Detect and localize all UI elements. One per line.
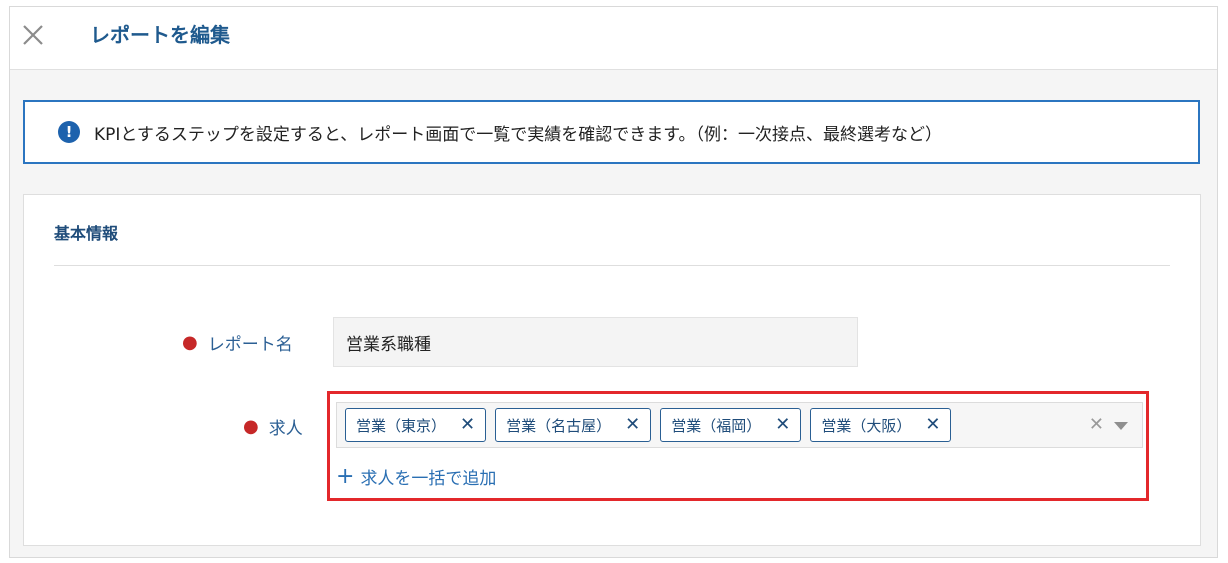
close-button[interactable] (20, 22, 46, 48)
page-title: レポートを編集 (90, 23, 230, 47)
edit-report-panel: レポートを編集 ! KPIとするステップを設定すると、レポート画面で一覧で実績を… (9, 6, 1218, 558)
job-tag-label: 営業（大阪） (821, 416, 912, 435)
basic-info-card: 基本情報 ● レポート名 営業系職種 ● 求人 営業（東京） ✕ 営業（名古屋）… (23, 194, 1201, 546)
jobs-label: ● 求人 (243, 414, 303, 439)
job-tag: 営業（東京） ✕ (345, 408, 487, 442)
clear-all-icon[interactable]: ✕ (1089, 414, 1104, 435)
remove-tag-icon[interactable]: ✕ (625, 416, 640, 434)
remove-tag-icon[interactable]: ✕ (460, 416, 475, 434)
report-name-label-text: レポート名 (207, 335, 293, 355)
remove-tag-icon[interactable]: ✕ (775, 416, 790, 434)
plus-icon: + (336, 463, 355, 489)
job-tag-label: 営業（名古屋） (506, 416, 612, 435)
job-tag-label: 営業（福岡） (671, 416, 762, 435)
info-banner: ! KPIとするステップを設定すると、レポート画面で一覧で実績を確認できます。（… (23, 100, 1200, 164)
report-name-input[interactable]: 営業系職種 (333, 317, 858, 367)
remove-tag-icon[interactable]: ✕ (925, 416, 940, 434)
job-tag: 営業（名古屋） ✕ (495, 408, 652, 442)
jobs-field-highlight: 営業（東京） ✕ 営業（名古屋） ✕ 営業（福岡） ✕ 営業（大阪） ✕ ✕ +… (327, 391, 1149, 501)
section-divider (54, 265, 1170, 266)
chevron-down-icon[interactable] (1114, 422, 1128, 430)
panel-header: レポートを編集 (10, 7, 1217, 70)
job-tag-label: 営業（東京） (356, 416, 447, 435)
required-dot-icon: ● (182, 332, 198, 353)
job-tag: 営業（大阪） ✕ (810, 408, 952, 442)
report-name-label: ● レポート名 (182, 330, 293, 355)
jobs-label-text: 求人 (268, 419, 303, 439)
bulk-add-jobs-link[interactable]: + 求人を一括で追加 (336, 464, 496, 489)
close-icon (23, 25, 43, 45)
jobs-multiselect[interactable]: 営業（東京） ✕ 営業（名古屋） ✕ 営業（福岡） ✕ 営業（大阪） ✕ ✕ (336, 402, 1143, 448)
info-banner-text: KPIとするステップを設定すると、レポート画面で一覧で実績を確認できます。（例：… (94, 124, 943, 145)
section-title: 基本情報 (54, 224, 119, 243)
bulk-add-label: 求人を一括で追加 (360, 469, 497, 489)
job-tag: 営業（福岡） ✕ (660, 408, 802, 442)
required-dot-icon: ● (243, 416, 259, 437)
exclamation-circle-icon: ! (58, 121, 80, 143)
